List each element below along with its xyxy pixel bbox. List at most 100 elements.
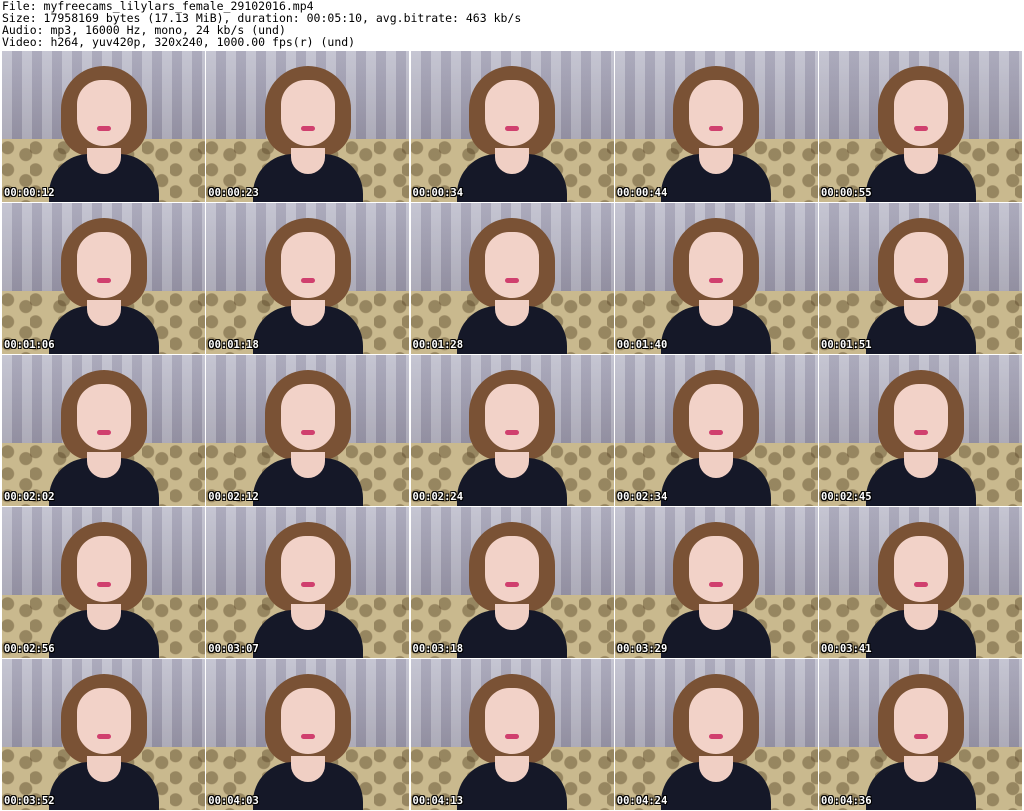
person-face [76, 688, 131, 755]
person-lips [709, 126, 724, 132]
person-lips [709, 734, 724, 740]
video-thumbnail: 00:03:29 [614, 507, 818, 658]
video-thumbnail: 00:02:24 [410, 355, 614, 506]
person-face [689, 536, 744, 603]
video-thumbnail: 00:00:55 [819, 51, 1022, 202]
person-lips [300, 430, 315, 436]
thumbnail-timestamp: 00:02:02 [4, 491, 55, 503]
person-lips [913, 278, 928, 284]
person-figure [457, 674, 567, 810]
person-lips [913, 430, 928, 436]
video-thumbnail: 00:03:41 [819, 507, 1022, 658]
video-thumbnail: 00:02:56 [2, 507, 205, 658]
person-figure [661, 370, 772, 506]
person-figure [252, 218, 363, 354]
person-face [689, 688, 744, 755]
video-thumbnail: 00:00:44 [614, 51, 818, 202]
person-lips [913, 126, 928, 132]
person-figure [48, 522, 159, 658]
person-figure [48, 66, 159, 202]
person-face [485, 384, 539, 451]
person-figure [252, 66, 363, 202]
person-face [280, 80, 335, 147]
person-face [76, 80, 131, 147]
person-face [485, 232, 539, 299]
person-figure [661, 66, 772, 202]
thumbnail-timestamp: 00:04:03 [208, 795, 259, 807]
video-thumbnail: 00:00:12 [2, 51, 205, 202]
file-info-header: File: myfreecams_lilylars_female_2910201… [0, 0, 1024, 50]
video-thumbnail: 00:01:51 [819, 203, 1022, 354]
video-info-line: Video: h264, yuv420p, 320x240, 1000.00 f… [2, 35, 356, 49]
person-face [893, 536, 948, 603]
person-lips [300, 582, 315, 588]
person-lips [96, 278, 111, 284]
person-figure [865, 522, 976, 658]
video-thumbnail: 00:02:02 [2, 355, 205, 506]
person-lips [96, 126, 111, 132]
person-lips [913, 734, 928, 740]
thumbnail-timestamp: 00:02:34 [616, 491, 668, 503]
thumbnail-timestamp: 00:01:40 [616, 339, 668, 351]
thumbnail-timestamp: 00:00:12 [4, 187, 55, 199]
video-thumbnail: 00:04:24 [614, 659, 818, 810]
person-lips [300, 278, 315, 284]
person-face [689, 232, 744, 299]
person-figure [661, 218, 772, 354]
person-figure [865, 674, 976, 810]
person-face [893, 384, 948, 451]
person-figure [661, 674, 772, 810]
person-face [280, 536, 335, 603]
thumbnail-timestamp: 00:03:41 [821, 643, 872, 655]
person-face [893, 80, 948, 147]
person-face [76, 232, 131, 299]
person-figure [457, 66, 567, 202]
person-figure [252, 370, 363, 506]
video-thumbnail: 00:03:52 [2, 659, 205, 810]
person-lips [505, 734, 519, 740]
person-lips [505, 278, 519, 284]
thumbnail-timestamp: 00:03:07 [208, 643, 259, 655]
person-figure [865, 370, 976, 506]
person-lips [709, 430, 724, 436]
person-lips [96, 582, 111, 588]
person-lips [96, 430, 111, 436]
thumbnail-grid: 00:00:12 00:00:23 00:00:34 00:00:44 00:00:55… [2, 51, 1022, 810]
video-thumbnail: 00:04:13 [410, 659, 614, 810]
person-lips [96, 734, 111, 740]
person-lips [505, 126, 519, 132]
video-thumbnail: 00:01:28 [410, 203, 614, 354]
video-thumbnail: 00:01:06 [2, 203, 205, 354]
thumbnail-timestamp: 00:03:18 [412, 643, 464, 655]
thumbnail-timestamp: 00:01:28 [412, 339, 464, 351]
thumbnail-timestamp: 00:02:24 [412, 491, 464, 503]
video-thumbnail: 00:02:34 [614, 355, 818, 506]
person-figure [661, 522, 772, 658]
person-lips [709, 278, 724, 284]
video-thumbnail: 00:02:12 [206, 355, 410, 506]
person-figure [48, 218, 159, 354]
thumbnail-timestamp: 00:04:36 [821, 795, 872, 807]
person-lips [505, 582, 519, 588]
person-lips [300, 126, 315, 132]
person-figure [457, 370, 567, 506]
thumbnail-timestamp: 00:03:52 [4, 795, 55, 807]
thumbnail-timestamp: 00:04:24 [616, 795, 668, 807]
video-thumbnail: 00:04:03 [206, 659, 410, 810]
person-lips [913, 582, 928, 588]
person-face [689, 384, 744, 451]
thumbnail-timestamp: 00:00:23 [208, 187, 259, 199]
thumbnail-timestamp: 00:01:18 [208, 339, 259, 351]
thumbnail-timestamp: 00:01:06 [4, 339, 55, 351]
video-thumbnail: 00:01:18 [206, 203, 410, 354]
person-face [689, 80, 744, 147]
video-thumbnail: 00:03:18 [410, 507, 614, 658]
video-thumbnail: 00:01:40 [614, 203, 818, 354]
person-face [485, 80, 539, 147]
person-face [485, 688, 539, 755]
person-lips [505, 430, 519, 436]
person-face [893, 688, 948, 755]
person-face [280, 232, 335, 299]
person-figure [252, 674, 363, 810]
person-lips [709, 582, 724, 588]
